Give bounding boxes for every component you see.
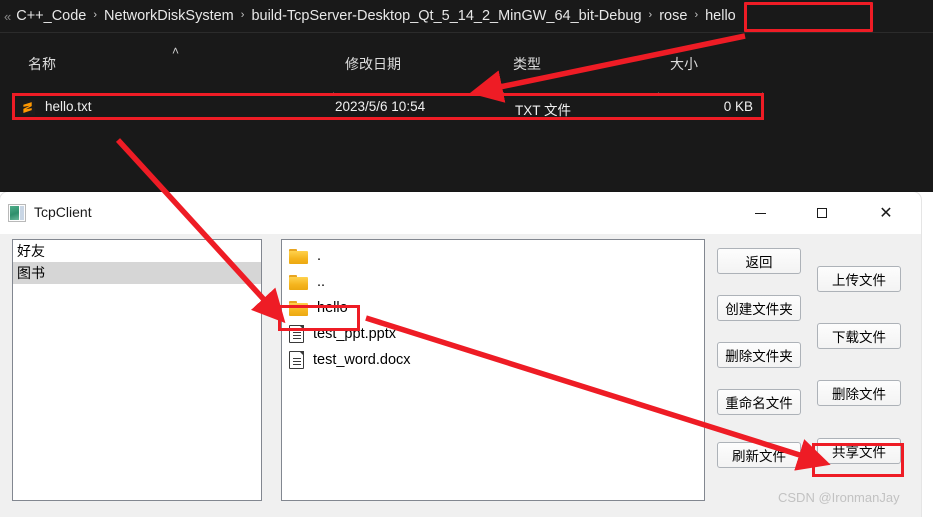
breadcrumb-item-4[interactable]: hello xyxy=(705,8,736,24)
document-icon xyxy=(289,350,305,369)
rename-file-button[interactable]: 重命名文件 xyxy=(717,389,801,415)
breadcrumb-item-0[interactable]: C++_Code xyxy=(16,8,86,24)
sublime-text-icon xyxy=(20,100,35,115)
refresh-files-button[interactable]: 刷新文件 xyxy=(717,442,801,468)
upload-file-button[interactable]: 上传文件 xyxy=(817,266,901,292)
annotation-highlight-share-button xyxy=(812,443,904,477)
window-titlebar[interactable]: TcpClient ✕ xyxy=(0,192,921,234)
maximize-icon xyxy=(817,208,827,218)
column-header-date-modified[interactable]: 修改日期 xyxy=(345,54,401,74)
list-item[interactable]: test_word.docx xyxy=(282,347,704,373)
close-icon: ✕ xyxy=(879,203,893,222)
table-row[interactable]: hello.txt 2023/5/6 10:54 TXT 文件 0 KB xyxy=(15,96,761,118)
cell-file-name: hello.txt xyxy=(45,99,92,114)
folder-icon xyxy=(289,248,308,264)
minimize-icon xyxy=(754,212,766,214)
file-explorer-pane: « C++_Code › NetworkDiskSystem › build-T… xyxy=(0,0,933,192)
chevron-right-icon: › xyxy=(93,9,98,21)
sort-ascending-icon: ˄ xyxy=(172,44,180,58)
close-button[interactable]: ✕ xyxy=(863,192,909,234)
friends-list[interactable]: 好友 图书 xyxy=(12,239,262,501)
folder-icon xyxy=(289,274,308,290)
friend-label: 图书 xyxy=(17,265,45,281)
maximize-button[interactable] xyxy=(799,192,845,234)
create-folder-button[interactable]: 创建文件夹 xyxy=(717,295,801,321)
remote-files-list[interactable]: . .. hello test_ppt.pptx test_word.docx xyxy=(281,239,705,501)
list-item[interactable]: 好友 xyxy=(13,240,261,262)
cell-date-modified: 2023/5/6 10:54 xyxy=(335,99,426,114)
minimize-button[interactable] xyxy=(737,192,783,234)
friend-label: 好友 xyxy=(17,243,45,259)
annotation-highlight-hello-folder xyxy=(278,305,360,331)
breadcrumb-item-1[interactable]: NetworkDiskSystem xyxy=(104,8,234,24)
breadcrumb-item-3[interactable]: rose xyxy=(659,8,687,24)
window-client-area: 好友 图书 . .. hello test_ppt.pptx test_word… xyxy=(0,234,921,517)
chevron-right-icon: › xyxy=(240,9,245,21)
chevron-right-icon: › xyxy=(694,9,699,21)
qt-app-icon xyxy=(8,204,26,222)
annotation-highlight-file-row: hello.txt 2023/5/6 10:54 TXT 文件 0 KB xyxy=(12,93,764,120)
file-label: . xyxy=(317,248,322,264)
download-file-button[interactable]: 下载文件 xyxy=(817,323,901,349)
tcpclient-window: TcpClient ✕ 好友 图书 . .. hello test_ppt.pp… xyxy=(0,192,921,517)
list-item[interactable]: 图书 xyxy=(13,262,261,284)
file-list-column-headers: 名称 修改日期 类型 大小 xyxy=(0,44,933,118)
column-header-name[interactable]: 名称 xyxy=(28,54,56,74)
file-label: .. xyxy=(317,274,326,290)
cell-file-size: 0 KB xyxy=(723,99,753,114)
chevron-right-icon: › xyxy=(648,9,653,21)
watermark: CSDN @IronmanJay xyxy=(778,490,900,505)
list-item[interactable]: . xyxy=(282,243,704,269)
delete-file-button[interactable]: 删除文件 xyxy=(817,380,901,406)
column-header-size[interactable]: 大小 xyxy=(670,54,698,74)
cell-file-type: TXT 文件 xyxy=(515,103,572,118)
delete-folder-button[interactable]: 删除文件夹 xyxy=(717,342,801,368)
breadcrumb-overflow-icon[interactable]: « xyxy=(4,9,11,24)
breadcrumb-item-2[interactable]: build-TcpServer-Desktop_Qt_5_14_2_MinGW_… xyxy=(251,8,641,24)
back-button[interactable]: 返回 xyxy=(717,248,801,274)
screenshot-root: « C++_Code › NetworkDiskSystem › build-T… xyxy=(0,0,933,517)
column-header-type[interactable]: 类型 xyxy=(513,54,541,74)
annotation-highlight-breadcrumb xyxy=(744,2,873,32)
list-item[interactable]: .. xyxy=(282,269,704,295)
window-title: TcpClient xyxy=(34,204,92,220)
file-label: test_word.docx xyxy=(313,352,411,368)
